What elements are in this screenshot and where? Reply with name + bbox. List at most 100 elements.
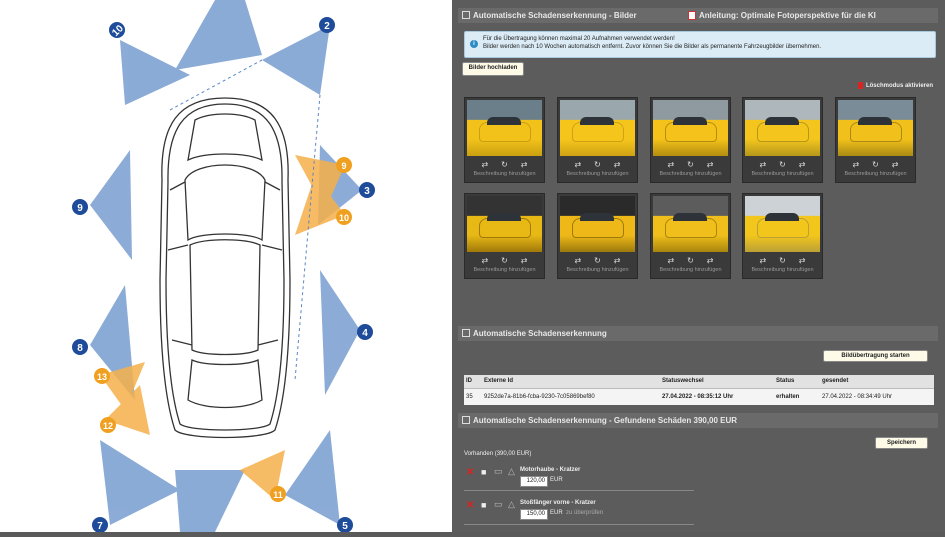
car-photo[interactable] [467, 196, 542, 252]
photo-thumbnail[interactable]: ⇄ ↻ ⇄ Beschreibung hinzufügen [742, 193, 823, 279]
car-photo[interactable] [838, 100, 913, 156]
collapse-icon[interactable] [462, 328, 470, 337]
rotate-icon[interactable]: ↻ [687, 256, 694, 265]
flip-icon[interactable]: ⇄ [892, 160, 899, 169]
flip-icon[interactable]: ⇄ [707, 256, 714, 265]
flip-icon[interactable]: ⇄ [614, 160, 621, 169]
rotate-icon[interactable]: ↻ [594, 256, 601, 265]
swap-icon[interactable]: ⇄ [667, 160, 674, 169]
add-description-link[interactable]: Beschreibung hinzufügen [465, 171, 544, 177]
photo-thumbnail[interactable]: ⇄ ↻ ⇄ Beschreibung hinzufügen [650, 97, 731, 183]
collapse-icon[interactable] [462, 10, 470, 19]
rotate-icon[interactable]: ↻ [779, 160, 786, 169]
flip-icon[interactable]: ⇄ [799, 256, 806, 265]
rotate-icon[interactable]: ↻ [594, 160, 601, 169]
start-transfer-button[interactable]: Bildübertragung starten [823, 350, 928, 362]
add-description-link[interactable]: Beschreibung hinzufügen [651, 267, 730, 273]
rotate-icon[interactable]: ↻ [779, 256, 786, 265]
photo-thumbnail[interactable]: ⇄ ↻ ⇄ Beschreibung hinzufügen [557, 193, 638, 279]
photo-thumbnail[interactable]: ⇄ ↻ ⇄ Beschreibung hinzufügen [464, 193, 545, 279]
add-description-link[interactable]: Beschreibung hinzufügen [558, 267, 637, 273]
flip-icon[interactable]: ⇄ [799, 160, 806, 169]
camera-icon[interactable]: ■ [481, 500, 486, 510]
car-photo[interactable] [745, 196, 820, 252]
flip-icon[interactable]: ⇄ [521, 256, 528, 265]
add-description-link[interactable]: Beschreibung hinzufügen [465, 267, 544, 273]
damage-amount-input[interactable]: 150,00 [520, 509, 548, 520]
car-photo[interactable] [653, 100, 728, 156]
swap-icon[interactable]: ⇄ [574, 256, 581, 265]
col-id: ID [466, 378, 472, 384]
car-window-shape [580, 117, 614, 125]
swap-icon[interactable]: ⇄ [852, 160, 859, 169]
upload-button[interactable]: Bilder hochladen [462, 62, 524, 76]
comment-icon[interactable]: ▭ [494, 466, 503, 477]
add-description-link[interactable]: Beschreibung hinzufügen [743, 267, 822, 273]
rotate-icon[interactable]: ↻ [501, 256, 508, 265]
flip-icon[interactable]: ⇄ [521, 160, 528, 169]
damage-amount-input[interactable]: 120,00 [520, 476, 548, 487]
flip-icon[interactable]: ⇄ [614, 256, 621, 265]
photo-thumbnail[interactable]: ⇄ ↻ ⇄ Beschreibung hinzufügen [557, 97, 638, 183]
rotate-icon[interactable]: ↻ [501, 160, 508, 169]
car-photo[interactable] [745, 100, 820, 156]
car-body-shape [757, 218, 809, 238]
rotate-icon[interactable]: ↻ [687, 160, 694, 169]
photo-thumbnail[interactable]: ⇄ ↻ ⇄ Beschreibung hinzufügen [464, 97, 545, 183]
collapse-icon[interactable] [462, 415, 470, 424]
marker-8: 8 [72, 339, 88, 355]
svg-text:4: 4 [362, 328, 368, 339]
svg-text:10: 10 [339, 213, 349, 223]
comment-icon[interactable]: ▭ [494, 499, 503, 510]
photo-thumbnail[interactable]: ⇄ ↻ ⇄ Beschreibung hinzufügen [650, 193, 731, 279]
cell-external-id: 9252de7a-81b6-fcba-9230-7c05869bef80 [484, 394, 595, 400]
table-row[interactable]: 35 9252de7a-81b6-fcba-9230-7c05869bef80 … [464, 391, 934, 404]
swap-icon[interactable]: ⇄ [759, 256, 766, 265]
camera-field-6 [175, 470, 245, 532]
swap-icon[interactable]: ⇄ [574, 160, 581, 169]
car-body-shape [479, 122, 531, 142]
car-photo[interactable] [560, 196, 635, 252]
car-photo[interactable] [653, 196, 728, 252]
add-description-link[interactable]: Beschreibung hinzufügen [743, 171, 822, 177]
car-photo[interactable] [560, 100, 635, 156]
svg-text:5: 5 [342, 521, 348, 532]
swap-icon[interactable]: ⇄ [667, 256, 674, 265]
swap-icon[interactable]: ⇄ [481, 160, 488, 169]
warning-icon: △ [508, 499, 515, 509]
remove-icon[interactable]: ✕ [466, 467, 474, 478]
camera-field-5 [285, 430, 340, 525]
add-description-link[interactable]: Beschreibung hinzufügen [651, 171, 730, 177]
col-sent: gesendet [822, 378, 849, 384]
car-body-shape [850, 122, 902, 142]
photo-tools: ⇄ ↻ ⇄ [743, 158, 822, 170]
damages-section-header[interactable]: Automatische Schadenserkennung - Gefunde… [458, 413, 938, 428]
warning-icon: △ [508, 466, 515, 476]
info-box: i Für die Übertragung können maximal 20 … [464, 31, 936, 58]
marker-9: 9 [72, 199, 88, 215]
flip-icon[interactable]: ⇄ [707, 160, 714, 169]
camera-icon[interactable]: ■ [481, 467, 486, 477]
photo-tools: ⇄ ↻ ⇄ [651, 254, 730, 266]
photo-thumbnail[interactable]: ⇄ ↻ ⇄ Beschreibung hinzufügen [835, 97, 916, 183]
swap-icon[interactable]: ⇄ [481, 256, 488, 265]
guide-link[interactable]: Anleitung: Optimale Fotoperspektive für … [688, 8, 876, 23]
swap-icon[interactable]: ⇄ [759, 160, 766, 169]
photo-tools: ⇄ ↻ ⇄ [743, 254, 822, 266]
add-description-link[interactable]: Beschreibung hinzufügen [558, 171, 637, 177]
svg-text:8: 8 [77, 343, 83, 354]
add-description-link[interactable]: Beschreibung hinzufügen [836, 171, 915, 177]
delete-mode-toggle[interactable]: Löschmodus aktivieren [857, 82, 933, 89]
rotate-icon[interactable]: ↻ [872, 160, 879, 169]
detection-section-header[interactable]: Automatische Schadenserkennung [458, 326, 938, 341]
svg-text:13: 13 [97, 372, 107, 382]
car-photo[interactable] [467, 100, 542, 156]
car-window-shape [487, 213, 521, 221]
photo-tools: ⇄ ↻ ⇄ [465, 254, 544, 266]
photo-thumbnail[interactable]: ⇄ ↻ ⇄ Beschreibung hinzufügen [742, 97, 823, 183]
photo-tools: ⇄ ↻ ⇄ [465, 158, 544, 170]
remove-icon[interactable]: ✕ [466, 500, 474, 511]
pictures-section-header[interactable]: Automatische Schadenserkennung - Bilder … [458, 8, 938, 23]
photo-tools: ⇄ ↻ ⇄ [558, 254, 637, 266]
save-button[interactable]: Speichern [875, 437, 928, 449]
